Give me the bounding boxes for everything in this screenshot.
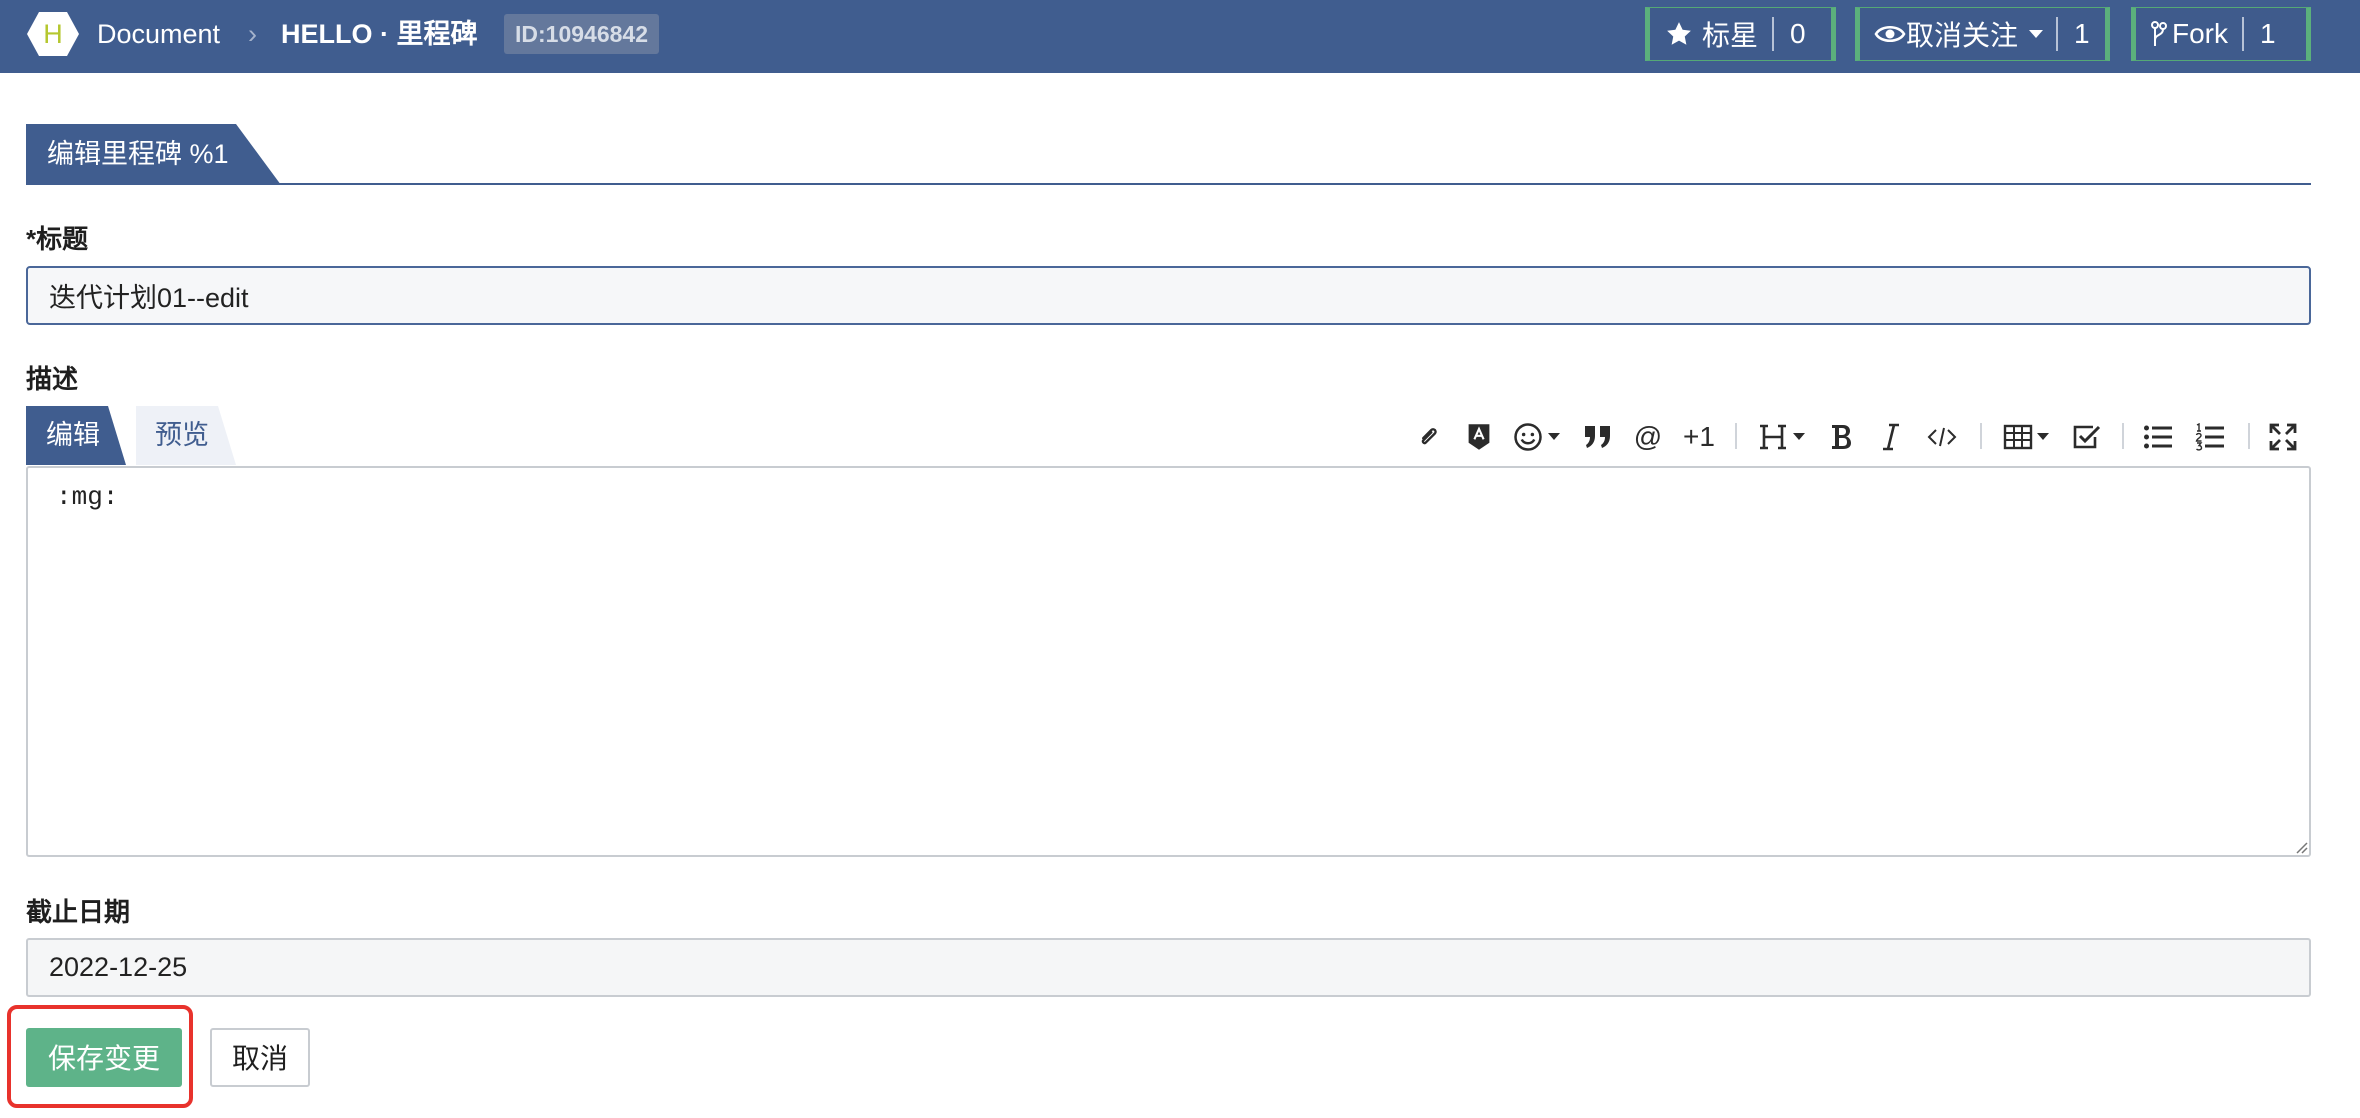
- italic-icon[interactable]: [1876, 414, 1906, 459]
- tab-preview[interactable]: 预览: [136, 406, 236, 465]
- repo-id-badge: ID:10946842: [504, 14, 659, 54]
- bullet-list-icon[interactable]: [2140, 414, 2176, 459]
- attachment-badge-icon[interactable]: [1462, 414, 1496, 459]
- heading-icon[interactable]: [1752, 414, 1810, 459]
- description-textarea[interactable]: :mg:: [26, 466, 2311, 857]
- resize-handle-icon[interactable]: [2292, 838, 2308, 854]
- star-button[interactable]: 标星 0: [1645, 7, 1836, 61]
- emoji-icon[interactable]: [1510, 414, 1564, 459]
- toolbar-separator: [1735, 423, 1737, 449]
- numbered-list-icon[interactable]: [2192, 414, 2228, 459]
- star-label: 标星: [1702, 20, 1759, 51]
- fork-icon: [2151, 21, 2167, 46]
- section-divider: [26, 183, 2311, 185]
- quote-icon[interactable]: [1580, 414, 1616, 459]
- star-icon: [1667, 22, 1691, 45]
- checkbox-icon[interactable]: [2068, 414, 2104, 459]
- eye-icon: [1874, 25, 1906, 43]
- fork-count: 1: [2260, 18, 2276, 49]
- section-title-tab: 编辑里程碑 %1: [26, 124, 281, 185]
- bold-icon[interactable]: [1824, 414, 1858, 459]
- breadcrumb-repo-link[interactable]: HELLO · 里程碑: [281, 16, 478, 52]
- code-icon[interactable]: [1924, 414, 1960, 459]
- caret-down-icon: [2029, 30, 2044, 38]
- watch-label: 取消关注: [1906, 20, 2019, 51]
- due-date-input[interactable]: [26, 938, 2311, 997]
- top-navbar: H Document › HELLO · 里程碑 ID:10946842 标星 …: [0, 0, 2360, 73]
- table-icon[interactable]: [1998, 414, 2054, 459]
- toolbar-separator: [2122, 423, 2124, 449]
- star-count: 0: [1790, 18, 1806, 49]
- due-date-field-label: 截止日期: [26, 897, 131, 927]
- breadcrumb-owner-link[interactable]: Document: [97, 16, 220, 52]
- repo-logo[interactable]: H: [26, 10, 80, 58]
- watch-count: 1: [2074, 18, 2090, 49]
- cancel-button[interactable]: 取消: [210, 1028, 310, 1087]
- tab-edit[interactable]: 编辑: [26, 406, 126, 465]
- toolbar-separator: [1980, 423, 1982, 449]
- fork-label: Fork: [2172, 18, 2228, 49]
- plus-one-button[interactable]: +1: [1678, 414, 1720, 459]
- fork-button[interactable]: Fork 1: [2131, 7, 2311, 61]
- paperclip-icon[interactable]: [1412, 414, 1446, 459]
- title-field-label: *标题: [26, 224, 89, 254]
- fullscreen-icon[interactable]: [2266, 414, 2300, 459]
- title-input[interactable]: [26, 266, 2311, 325]
- mention-button[interactable]: @: [1630, 414, 1666, 459]
- logo-letter: H: [43, 19, 63, 49]
- breadcrumb-separator: ›: [248, 19, 257, 49]
- toolbar-separator: [2248, 423, 2250, 449]
- save-changes-button[interactable]: 保存变更: [26, 1028, 182, 1087]
- description-field-label: 描述: [26, 364, 79, 394]
- watch-button[interactable]: 取消关注 1: [1855, 7, 2110, 61]
